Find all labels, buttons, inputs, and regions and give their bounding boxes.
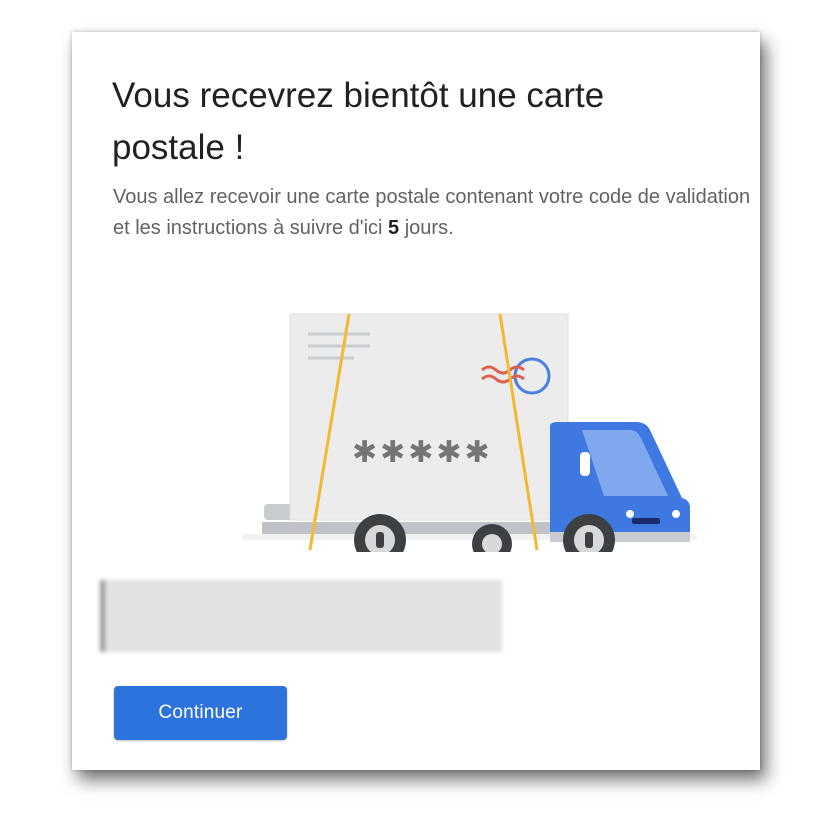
redacted-field — [100, 580, 502, 652]
postcard-dialog: Vous recevrez bientôt une carte postale … — [72, 32, 760, 770]
postcard-code-mask: ✱✱✱✱✱ — [352, 435, 493, 470]
description-text-after: jours. — [399, 217, 454, 239]
continue-button[interactable]: Continuer — [114, 686, 287, 740]
dialog-description: Vous allez recevoir une carte postale co… — [113, 182, 753, 244]
dialog-title: Vous recevrez bientôt une carte postale … — [112, 76, 605, 167]
delivery-days-value: 5 — [388, 217, 400, 239]
delivery-truck-illustration: ✱✱✱✱✱ — [242, 313, 697, 552]
